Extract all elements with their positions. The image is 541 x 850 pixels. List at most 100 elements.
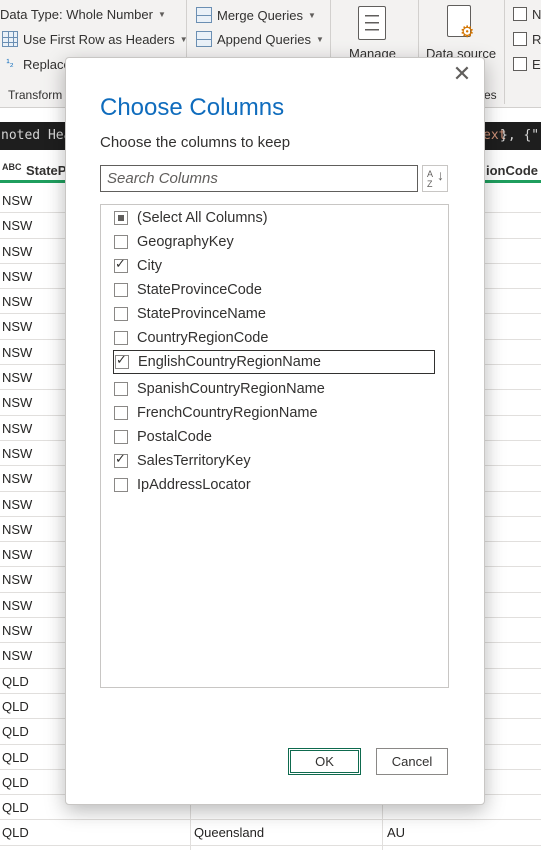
column-option[interactable]: CountryRegionCode [113,326,435,350]
table-cell[interactable]: NSW [2,294,32,309]
use-first-row-as-headers-button[interactable]: Use First Row as Headers ▼ [2,31,188,47]
table-cell[interactable]: NSW [2,244,32,259]
table-cell[interactable]: NSW [2,648,32,663]
checkbox[interactable] [114,430,128,444]
column-header-stateprovince[interactable]: StateP [26,163,66,178]
column-option-label: EnglishCountryRegionName [138,354,321,370]
table-cell[interactable]: QLD [2,825,29,840]
column-option-label: StateProvinceCode [137,282,262,298]
table-cell[interactable]: NSW [2,572,32,587]
column-option[interactable]: GeographyKey [113,230,435,254]
checkbox[interactable] [114,406,128,420]
table-cell[interactable]: NSW [2,218,32,233]
merge-queries-button[interactable]: Merge Queries ▼ [196,7,316,23]
column-option[interactable]: PostalCode [113,425,435,449]
sort-az-icon: A Z [427,169,433,189]
table-cell[interactable]: NSW [2,345,32,360]
table-cell[interactable]: Queensland [194,825,264,840]
group-label-parameters: es [484,88,497,102]
data-type-button[interactable]: Data Type: Whole Number ▼ [0,7,166,22]
merge-queries-label: Merge Queries [217,7,303,23]
close-icon[interactable]: ✕ [452,62,472,86]
column-header-countryregioncode[interactable]: ionCode [486,163,538,178]
gear-icon: ⚙ [460,24,475,41]
column-option[interactable]: SpanishCountryRegionName [113,377,435,401]
merge-queries-icon [196,7,212,23]
dialog-subtitle: Choose the columns to keep [100,134,291,151]
chevron-down-icon: ▼ [157,10,166,19]
column-option-label: StateProvinceName [137,306,266,322]
checkbox[interactable] [114,382,128,396]
new-source-icon[interactable] [513,7,527,21]
append-queries-button[interactable]: Append Queries ▼ [196,31,324,47]
table-cell[interactable]: NSW [2,623,32,638]
table-cell[interactable]: QLD [2,750,29,765]
search-columns-input[interactable] [100,165,418,192]
column-option-label: (Select All Columns) [137,210,268,226]
table-cell[interactable]: NSW [2,522,32,537]
column-option[interactable]: FrenchCountryRegionName [113,401,435,425]
checkbox[interactable] [114,478,128,492]
ok-button[interactable]: OK [288,748,361,775]
column-option[interactable]: IpAddressLocator [113,473,435,497]
checkbox[interactable] [114,452,128,468]
column-option[interactable]: StateProvinceName [113,302,435,326]
table-cell[interactable]: NSW [2,193,32,208]
column-option-label: IpAddressLocator [137,477,251,493]
column-option[interactable]: SalesTerritoryKey [113,449,435,473]
column-option-label: City [137,258,162,274]
table-cell[interactable]: NSW [2,446,32,461]
table-cell[interactable]: NSW [2,598,32,613]
columns-list[interactable]: (Select All Columns) GeographyKey City Stat… [100,204,449,688]
table-cell[interactable]: NSW [2,497,32,512]
table-cell[interactable]: QLD [2,724,29,739]
checkbox[interactable] [115,353,129,369]
replace-values-button[interactable]: ¹₂ Replace [2,56,71,72]
formula-text-left: noted Hea [1,128,72,143]
column-option[interactable]: (Select All Columns) [113,206,435,230]
new-source-label: N [532,7,541,22]
table-cell[interactable]: NSW [2,370,32,385]
column-option-label: SalesTerritoryKey [137,453,251,469]
text-type-icon[interactable]: ABC [2,162,22,172]
table-cell[interactable]: NSW [2,547,32,562]
checkbox[interactable] [114,283,128,297]
sort-az-button[interactable]: A Z ↓ [422,165,448,192]
column-option-label: FrenchCountryRegionName [137,405,318,421]
replace-label: Replace [23,56,71,72]
choose-columns-dialog: ✕ Choose Columns Choose the columns to k… [65,57,485,805]
column-option-label: GeographyKey [137,234,234,250]
table-cell[interactable]: QLD [2,800,29,815]
manage-parameters-icon[interactable] [358,6,386,40]
chevron-down-icon: ▼ [307,10,316,20]
recent-sources-icon[interactable] [513,32,527,46]
column-option[interactable]: StateProvinceCode [113,278,435,302]
table-row[interactable]: QLD Queensland AU [0,820,541,846]
table-cell[interactable]: QLD [2,674,29,689]
table-cell[interactable]: QLD [2,775,29,790]
table-cell[interactable]: NSW [2,471,32,486]
table-cell[interactable]: NSW [2,319,32,334]
arrow-down-icon: ↓ [437,167,444,183]
table-cell[interactable]: NSW [2,421,32,436]
formula-text-right: }, {" [500,128,540,143]
checkbox[interactable] [114,307,128,321]
table-headers-icon [2,31,18,47]
checkbox[interactable] [114,257,128,273]
cancel-button[interactable]: Cancel [376,748,448,775]
use-first-row-label: Use First Row as Headers [23,31,175,47]
checkbox[interactable] [114,235,128,249]
replace-values-icon: ¹₂ [6,58,14,69]
table-cell[interactable]: NSW [2,395,32,410]
checkbox[interactable] [114,211,128,225]
column-option[interactable]: EnglishCountryRegionName [113,350,435,374]
append-queries-label: Append Queries [217,31,311,47]
enter-data-icon[interactable] [513,57,527,71]
table-row[interactable]: QLDQueenslandAU [0,846,541,850]
table-cell[interactable]: AU [387,825,405,840]
table-cell[interactable]: QLD [2,699,29,714]
table-cell[interactable]: NSW [2,269,32,284]
column-option[interactable]: City [113,254,435,278]
checkbox[interactable] [114,331,128,345]
enter-data-label: E [532,57,541,72]
